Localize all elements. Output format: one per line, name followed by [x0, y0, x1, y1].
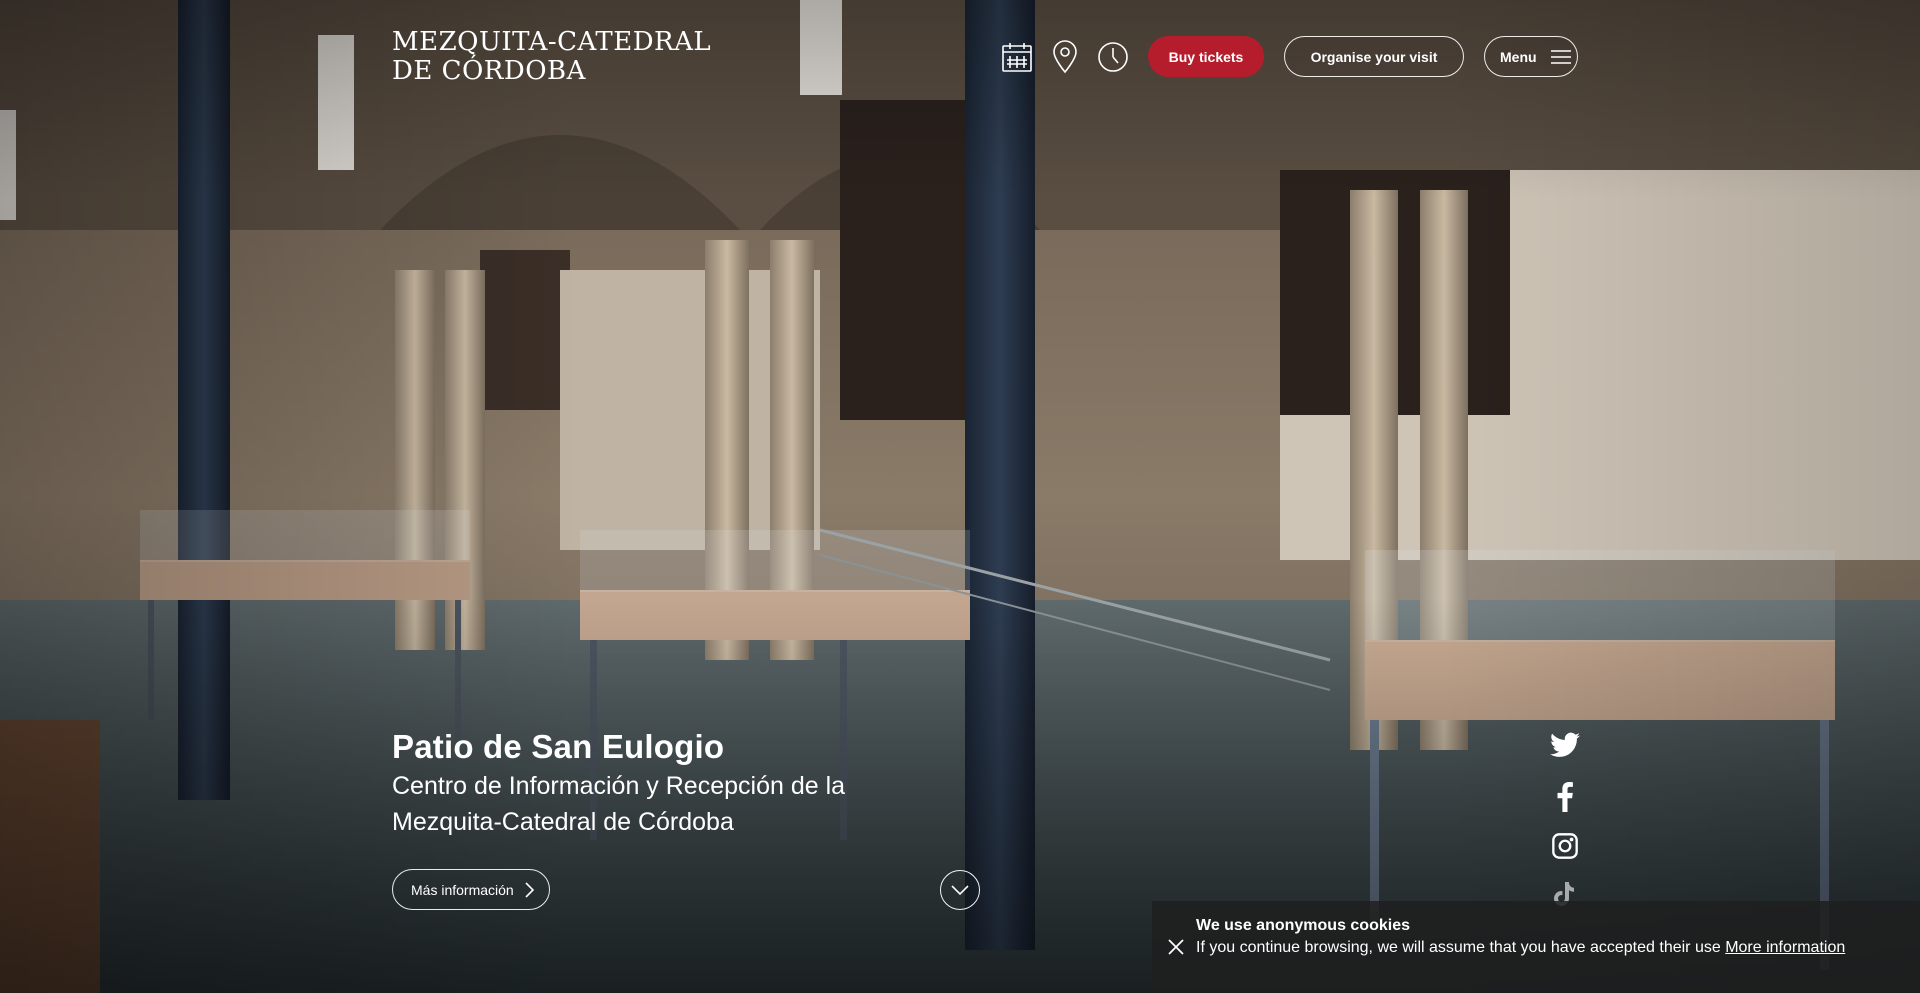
header-actions: Buy tickets Organise your visit Menu — [1000, 36, 1578, 77]
hero-subtitle: Centro de Información y Recepción de la … — [392, 772, 846, 836]
chevron-right-icon — [525, 881, 534, 898]
menu-label: Menu — [1500, 48, 1537, 65]
menu-button[interactable]: Menu — [1484, 36, 1578, 77]
close-icon[interactable] — [1164, 935, 1188, 959]
logo-line-1: MEZQUITA-CATEDRAL — [392, 27, 712, 57]
hero-title: Patio de San Eulogio — [392, 728, 725, 765]
cookie-message: If you continue browsing, we will assume… — [1196, 938, 1896, 958]
logo-line-2: DE CÓRDOBA — [392, 56, 586, 86]
clock-icon[interactable] — [1096, 37, 1130, 77]
facebook-icon[interactable] — [1557, 782, 1573, 832]
calendar-icon[interactable] — [1000, 37, 1034, 77]
site-logo[interactable]: MEZQUITA-CATEDRAL DE CÓRDOBA — [392, 28, 711, 86]
cookie-title: We use anonymous cookies — [1196, 917, 1410, 934]
more-info-button[interactable]: Más información — [392, 869, 550, 910]
organise-visit-button[interactable]: Organise your visit — [1284, 36, 1464, 77]
chevron-down-icon — [951, 885, 969, 895]
cookie-text: If you continue browsing, we will assume… — [1196, 939, 1721, 956]
hamburger-icon — [1550, 49, 1571, 64]
cookie-banner: We use anonymous cookies If you continue… — [1152, 901, 1920, 993]
instagram-icon[interactable] — [1551, 832, 1579, 882]
buy-tickets-button[interactable]: Buy tickets — [1148, 36, 1264, 77]
scroll-down-button[interactable] — [940, 870, 980, 910]
hero-overlay — [0, 0, 1920, 993]
more-info-label: Más información — [411, 881, 514, 898]
hero-background — [0, 0, 1920, 993]
twitter-icon[interactable] — [1550, 732, 1580, 782]
location-pin-icon[interactable] — [1048, 37, 1082, 77]
cookie-more-info-link[interactable]: More information — [1725, 939, 1845, 956]
